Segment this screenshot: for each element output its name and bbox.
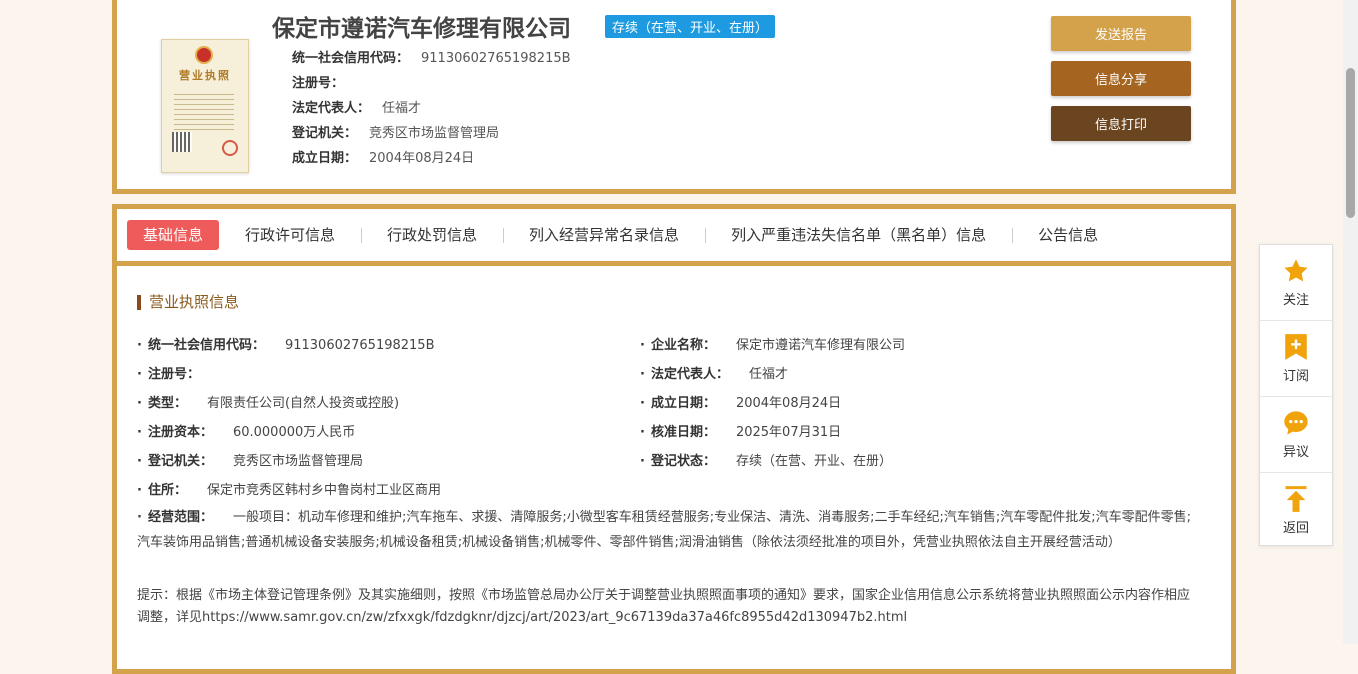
field-capital: · 注册资本： 60.000000万人民币: [137, 425, 356, 440]
field-reg-no: · 注册号：: [137, 367, 200, 382]
subscribe-button[interactable]: 订阅: [1260, 321, 1332, 397]
field-company-name: · 企业名称： 保定市遵诺汽车修理有限公司: [640, 338, 905, 353]
section-title: 营业执照信息: [137, 295, 239, 310]
send-report-button[interactable]: 发送报告: [1051, 16, 1191, 51]
objection-label: 异议: [1282, 445, 1309, 460]
tab-bar: 基础信息 行政许可信息 行政处罚信息 列入经营异常名录信息 列入严重违法失信名单…: [117, 209, 1231, 266]
top-field-est-date: 成立日期： 2004年08月24日: [292, 151, 475, 166]
company-header-card: 营业执照 保定市遵诺汽车修理有限公司 存续（在营、开业、在册） 统一社会信用代码…: [112, 0, 1236, 194]
follow-label: 关注: [1282, 293, 1309, 308]
tab-basic-info[interactable]: 基础信息: [127, 220, 220, 250]
qr-code-icon: [172, 132, 192, 152]
license-title: 营业执照: [179, 69, 231, 82]
top-field-legal-rep: 法定代表人： 任福才: [292, 101, 422, 116]
field-legal-rep: · 法定代表人： 任福才: [640, 367, 788, 382]
back-to-top-button[interactable]: 返回: [1260, 473, 1332, 548]
field-est-date: · 成立日期： 2004年08月24日: [640, 396, 842, 411]
tab-admin-license[interactable]: 行政许可信息: [219, 222, 361, 248]
tab-admin-penalty[interactable]: 行政处罚信息: [361, 222, 503, 248]
side-action-panel: 关注 订阅 异议 返回: [1259, 244, 1333, 546]
field-address: · 住所： 保定市竞秀区韩村乡中鲁岗村工业区商用: [137, 483, 441, 498]
license-text-lines: [174, 90, 234, 130]
field-approval-date: · 核准日期： 2025年07月31日: [640, 425, 842, 440]
national-emblem-icon: [195, 46, 213, 64]
subscribe-icon: [1285, 334, 1307, 360]
tab-abnormal-list[interactable]: 列入经营异常名录信息: [503, 222, 705, 248]
field-reg-status: · 登记状态： 存续（在营、开业、在册）: [640, 454, 892, 469]
company-name: 保定市遵诺汽车修理有限公司: [272, 16, 571, 42]
top-field-authority: 登记机关： 竞秀区市场监督管理局: [292, 126, 500, 141]
status-badge: 存续（在营、开业、在册）: [605, 15, 776, 38]
main-info-card: 基础信息 行政许可信息 行政处罚信息 列入经营异常名录信息 列入严重违法失信名单…: [112, 204, 1236, 674]
page-scrollbar[interactable]: [1343, 0, 1358, 644]
business-license-thumbnail[interactable]: 营业执照: [161, 39, 249, 173]
objection-button[interactable]: 异议: [1260, 397, 1332, 473]
subscribe-label: 订阅: [1282, 369, 1309, 384]
top-field-reg-no: 注册号：: [292, 76, 345, 91]
top-field-credit-code: 统一社会信用代码： 91130602765198215B: [292, 51, 571, 66]
tab-announcements[interactable]: 公告信息: [1012, 222, 1124, 248]
scrollbar-thumb[interactable]: [1346, 68, 1355, 218]
back-to-top-icon: [1285, 486, 1307, 512]
notice-text: 提示：根据《市场主体登记管理条例》及其实施细则，按照《市场监管总局办公厅关于调整…: [137, 588, 1191, 625]
field-authority: · 登记机关： 竞秀区市场监督管理局: [137, 454, 363, 469]
chat-icon: [1284, 411, 1308, 435]
back-to-top-label: 返回: [1282, 521, 1309, 536]
share-button[interactable]: 信息分享: [1051, 61, 1191, 96]
field-type: · 类型： 有限责任公司(自然人投资或控股): [137, 396, 400, 411]
print-button[interactable]: 信息打印: [1051, 106, 1191, 141]
seal-icon: [222, 140, 238, 156]
follow-button[interactable]: 关注: [1260, 245, 1332, 321]
field-business-scope: · 经营范围： 一般项目：机动车修理和维护;汽车拖车、求援、清障服务;小微型客车租赁…: [137, 510, 1192, 550]
field-credit-code: · 统一社会信用代码： 91130602765198215B: [137, 338, 435, 353]
star-icon: [1284, 259, 1308, 282]
tab-blacklist[interactable]: 列入严重违法失信名单（黑名单）信息: [705, 222, 1012, 248]
